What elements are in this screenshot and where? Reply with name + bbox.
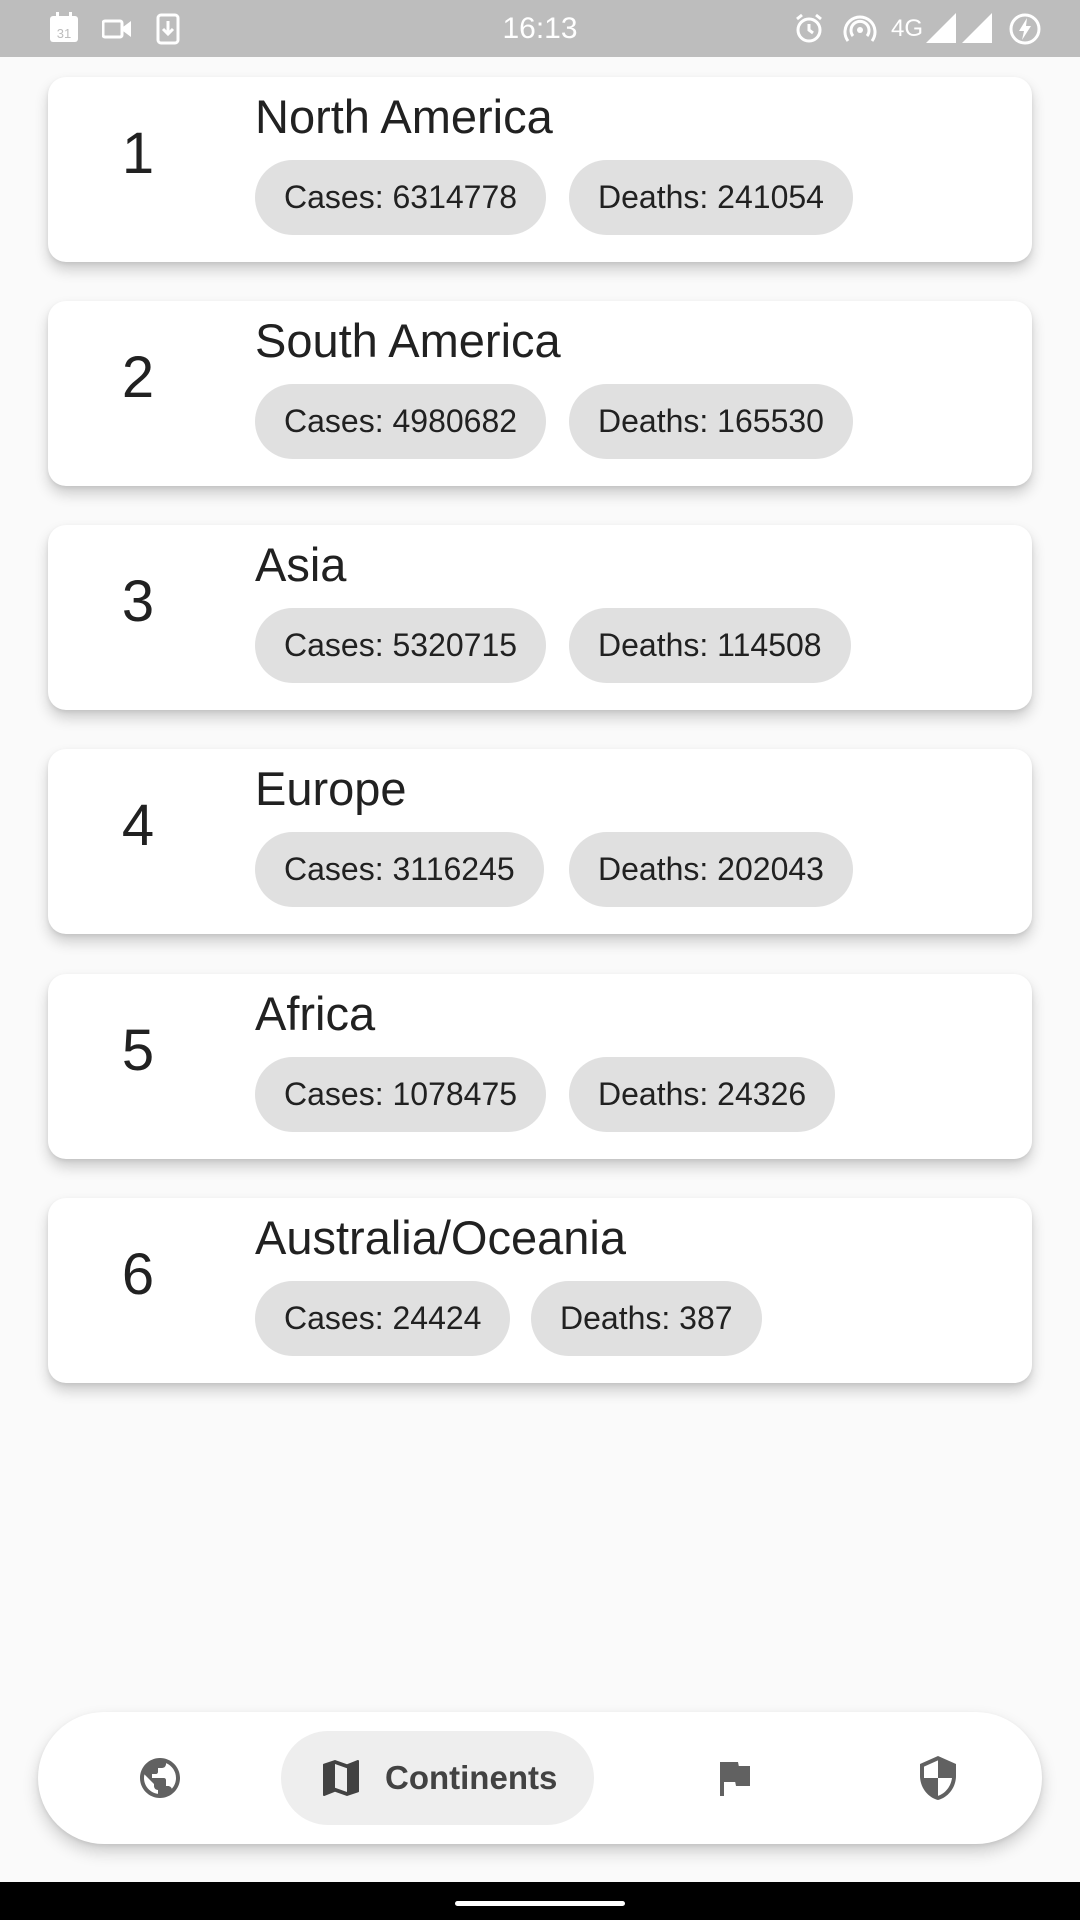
deaths-chip: Deaths: 114508 bbox=[569, 608, 851, 683]
rank-number: 5 bbox=[121, 1018, 155, 1083]
rank-number: 4 bbox=[121, 793, 155, 858]
continent-name: Australia/Oceania bbox=[255, 1211, 626, 1264]
rank-number: 3 bbox=[121, 569, 155, 634]
continent-card[interactable]: 1 North America Cases: 6314778 Deaths: 2… bbox=[48, 77, 1032, 262]
globe-icon bbox=[140, 1758, 180, 1798]
deaths-chip: Deaths: 387 bbox=[531, 1281, 762, 1356]
rank-number: 1 bbox=[121, 121, 155, 186]
shield-icon bbox=[920, 1756, 956, 1800]
system-navigation-bar bbox=[0, 1882, 1080, 1920]
nav-continents-label: Continents bbox=[385, 1759, 558, 1796]
continent-card[interactable]: 5 Africa Cases: 1078475 Deaths: 24326 bbox=[48, 974, 1032, 1159]
continent-name: Europe bbox=[255, 762, 407, 815]
nav-countries-button[interactable] bbox=[684, 1730, 784, 1826]
continent-name: Asia bbox=[255, 538, 347, 591]
signal-icon bbox=[962, 13, 992, 43]
cases-chip: Cases: 6314778 bbox=[255, 160, 547, 235]
continent-card[interactable]: 6 Australia/Oceania Cases: 24424 Deaths:… bbox=[48, 1198, 1032, 1383]
flag-icon bbox=[720, 1762, 750, 1796]
cases-chip: Cases: 4980682 bbox=[255, 384, 547, 459]
continent-name: Africa bbox=[255, 987, 376, 1040]
deaths-chip: Deaths: 165530 bbox=[569, 384, 853, 459]
network-type: 4G bbox=[891, 15, 924, 42]
nav-continents-button[interactable]: Continents bbox=[281, 1731, 594, 1825]
deaths-chip: Deaths: 202043 bbox=[569, 832, 853, 907]
continent-name: South America bbox=[255, 314, 561, 367]
nav-global-button[interactable] bbox=[110, 1730, 210, 1826]
rank-number: 6 bbox=[121, 1242, 155, 1307]
alarm-icon bbox=[796, 13, 822, 43]
hotspot-icon bbox=[843, 15, 877, 42]
cases-chip: Cases: 24424 bbox=[255, 1281, 511, 1356]
deaths-chip: Deaths: 241054 bbox=[569, 160, 853, 235]
continent-card[interactable]: 2 South America Cases: 4980682 Deaths: 1… bbox=[48, 301, 1032, 486]
deaths-chip: Deaths: 24326 bbox=[569, 1057, 836, 1132]
bottom-navigation: Continents bbox=[38, 1712, 1042, 1844]
rank-number: 2 bbox=[121, 345, 155, 410]
continent-card[interactable]: 4 Europe Cases: 3116245 Deaths: 202043 bbox=[48, 749, 1032, 934]
home-gesture-handle[interactable] bbox=[455, 1901, 625, 1906]
cases-chip: Cases: 3116245 bbox=[255, 832, 544, 907]
cases-chip: Cases: 1078475 bbox=[255, 1057, 547, 1132]
nav-prevention-button[interactable] bbox=[888, 1730, 988, 1826]
continent-card[interactable]: 3 Asia Cases: 5320715 Deaths: 114508 bbox=[48, 525, 1032, 710]
cases-chip: Cases: 5320715 bbox=[255, 608, 547, 683]
continent-name: North America bbox=[255, 90, 553, 143]
status-bar: 31 16:13 4G bbox=[0, 0, 1080, 57]
map-icon bbox=[323, 1760, 359, 1796]
battery-charging-icon bbox=[1009, 13, 1041, 45]
signal-icon bbox=[926, 13, 956, 43]
